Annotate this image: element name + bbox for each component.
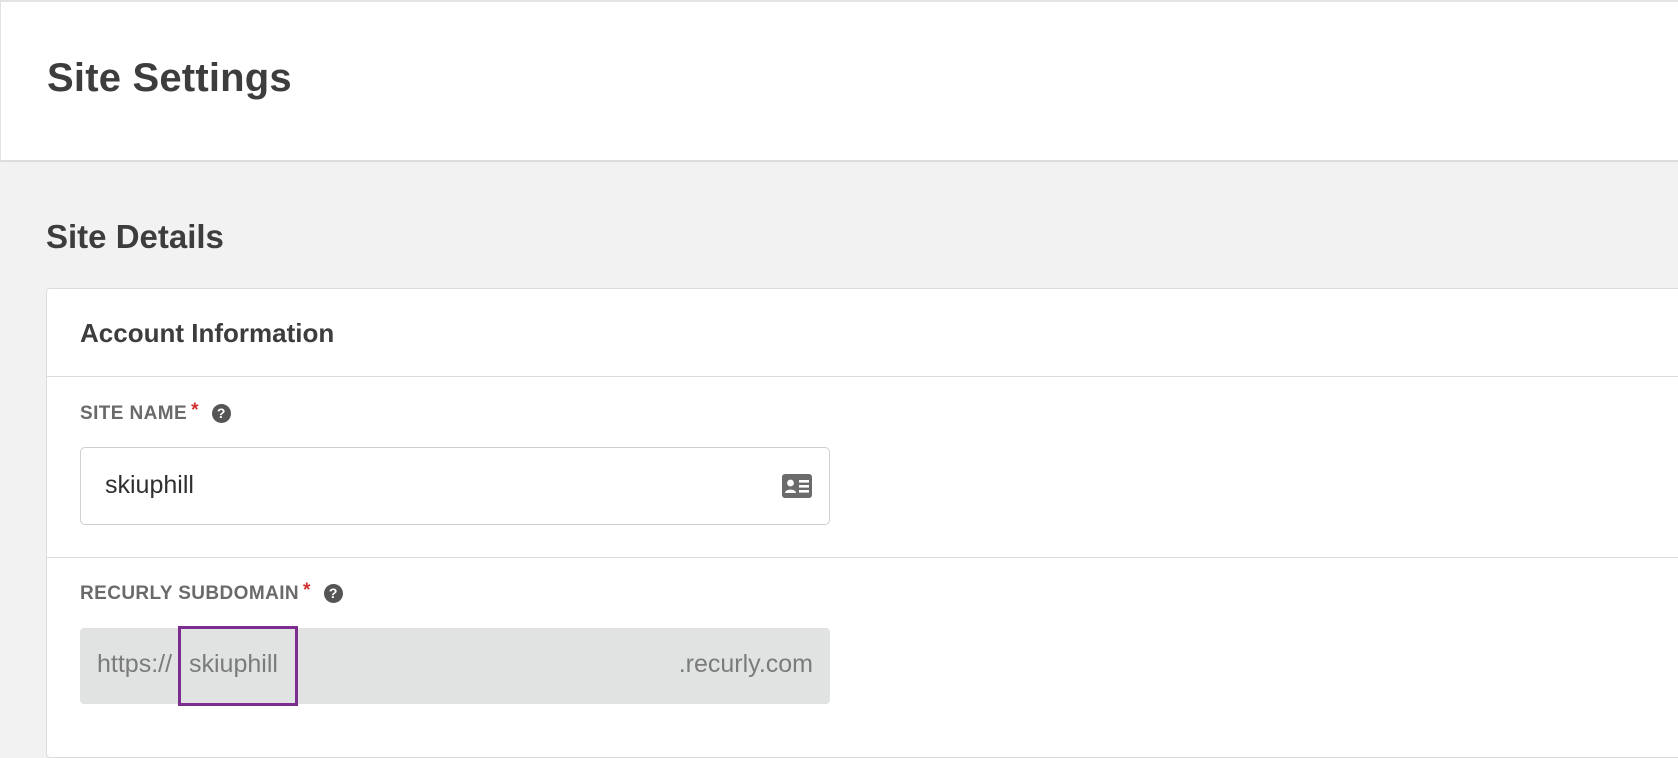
section-title: Site Details: [46, 218, 224, 255]
subdomain-label-text: RECURLY SUBDOMAIN: [80, 583, 299, 604]
subdomain-value-highlight: skiuphill: [178, 626, 298, 706]
question-circle-icon[interactable]: ?: [211, 404, 231, 423]
site-name-label: SITE NAME * ?: [80, 400, 231, 425]
site-name-input[interactable]: skiuphill: [80, 447, 830, 525]
account-information-card: Account Information SITE NAME * ? skiuph…: [46, 288, 1678, 758]
card-header: Account Information: [47, 289, 1678, 377]
card-title: Account Information: [80, 318, 335, 348]
id-card-icon: [782, 474, 812, 498]
site-name-label-text: SITE NAME: [80, 403, 188, 424]
required-marker: *: [303, 580, 311, 601]
site-name-value: skiuphill: [105, 471, 194, 499]
question-circle-icon[interactable]: ?: [323, 584, 343, 603]
required-marker: *: [191, 400, 199, 421]
subdomain-value: skiuphill: [189, 650, 278, 678]
field-divider: [47, 557, 1678, 558]
subdomain-input: https:// skiuphill .recurly.com: [80, 626, 830, 706]
page-header: Site Settings: [0, 0, 1678, 162]
subdomain-label: RECURLY SUBDOMAIN * ?: [80, 580, 343, 605]
subdomain-prefix: https://: [97, 650, 173, 678]
page-title: Site Settings: [47, 56, 292, 100]
subdomain-suffix: .recurly.com: [678, 650, 813, 678]
